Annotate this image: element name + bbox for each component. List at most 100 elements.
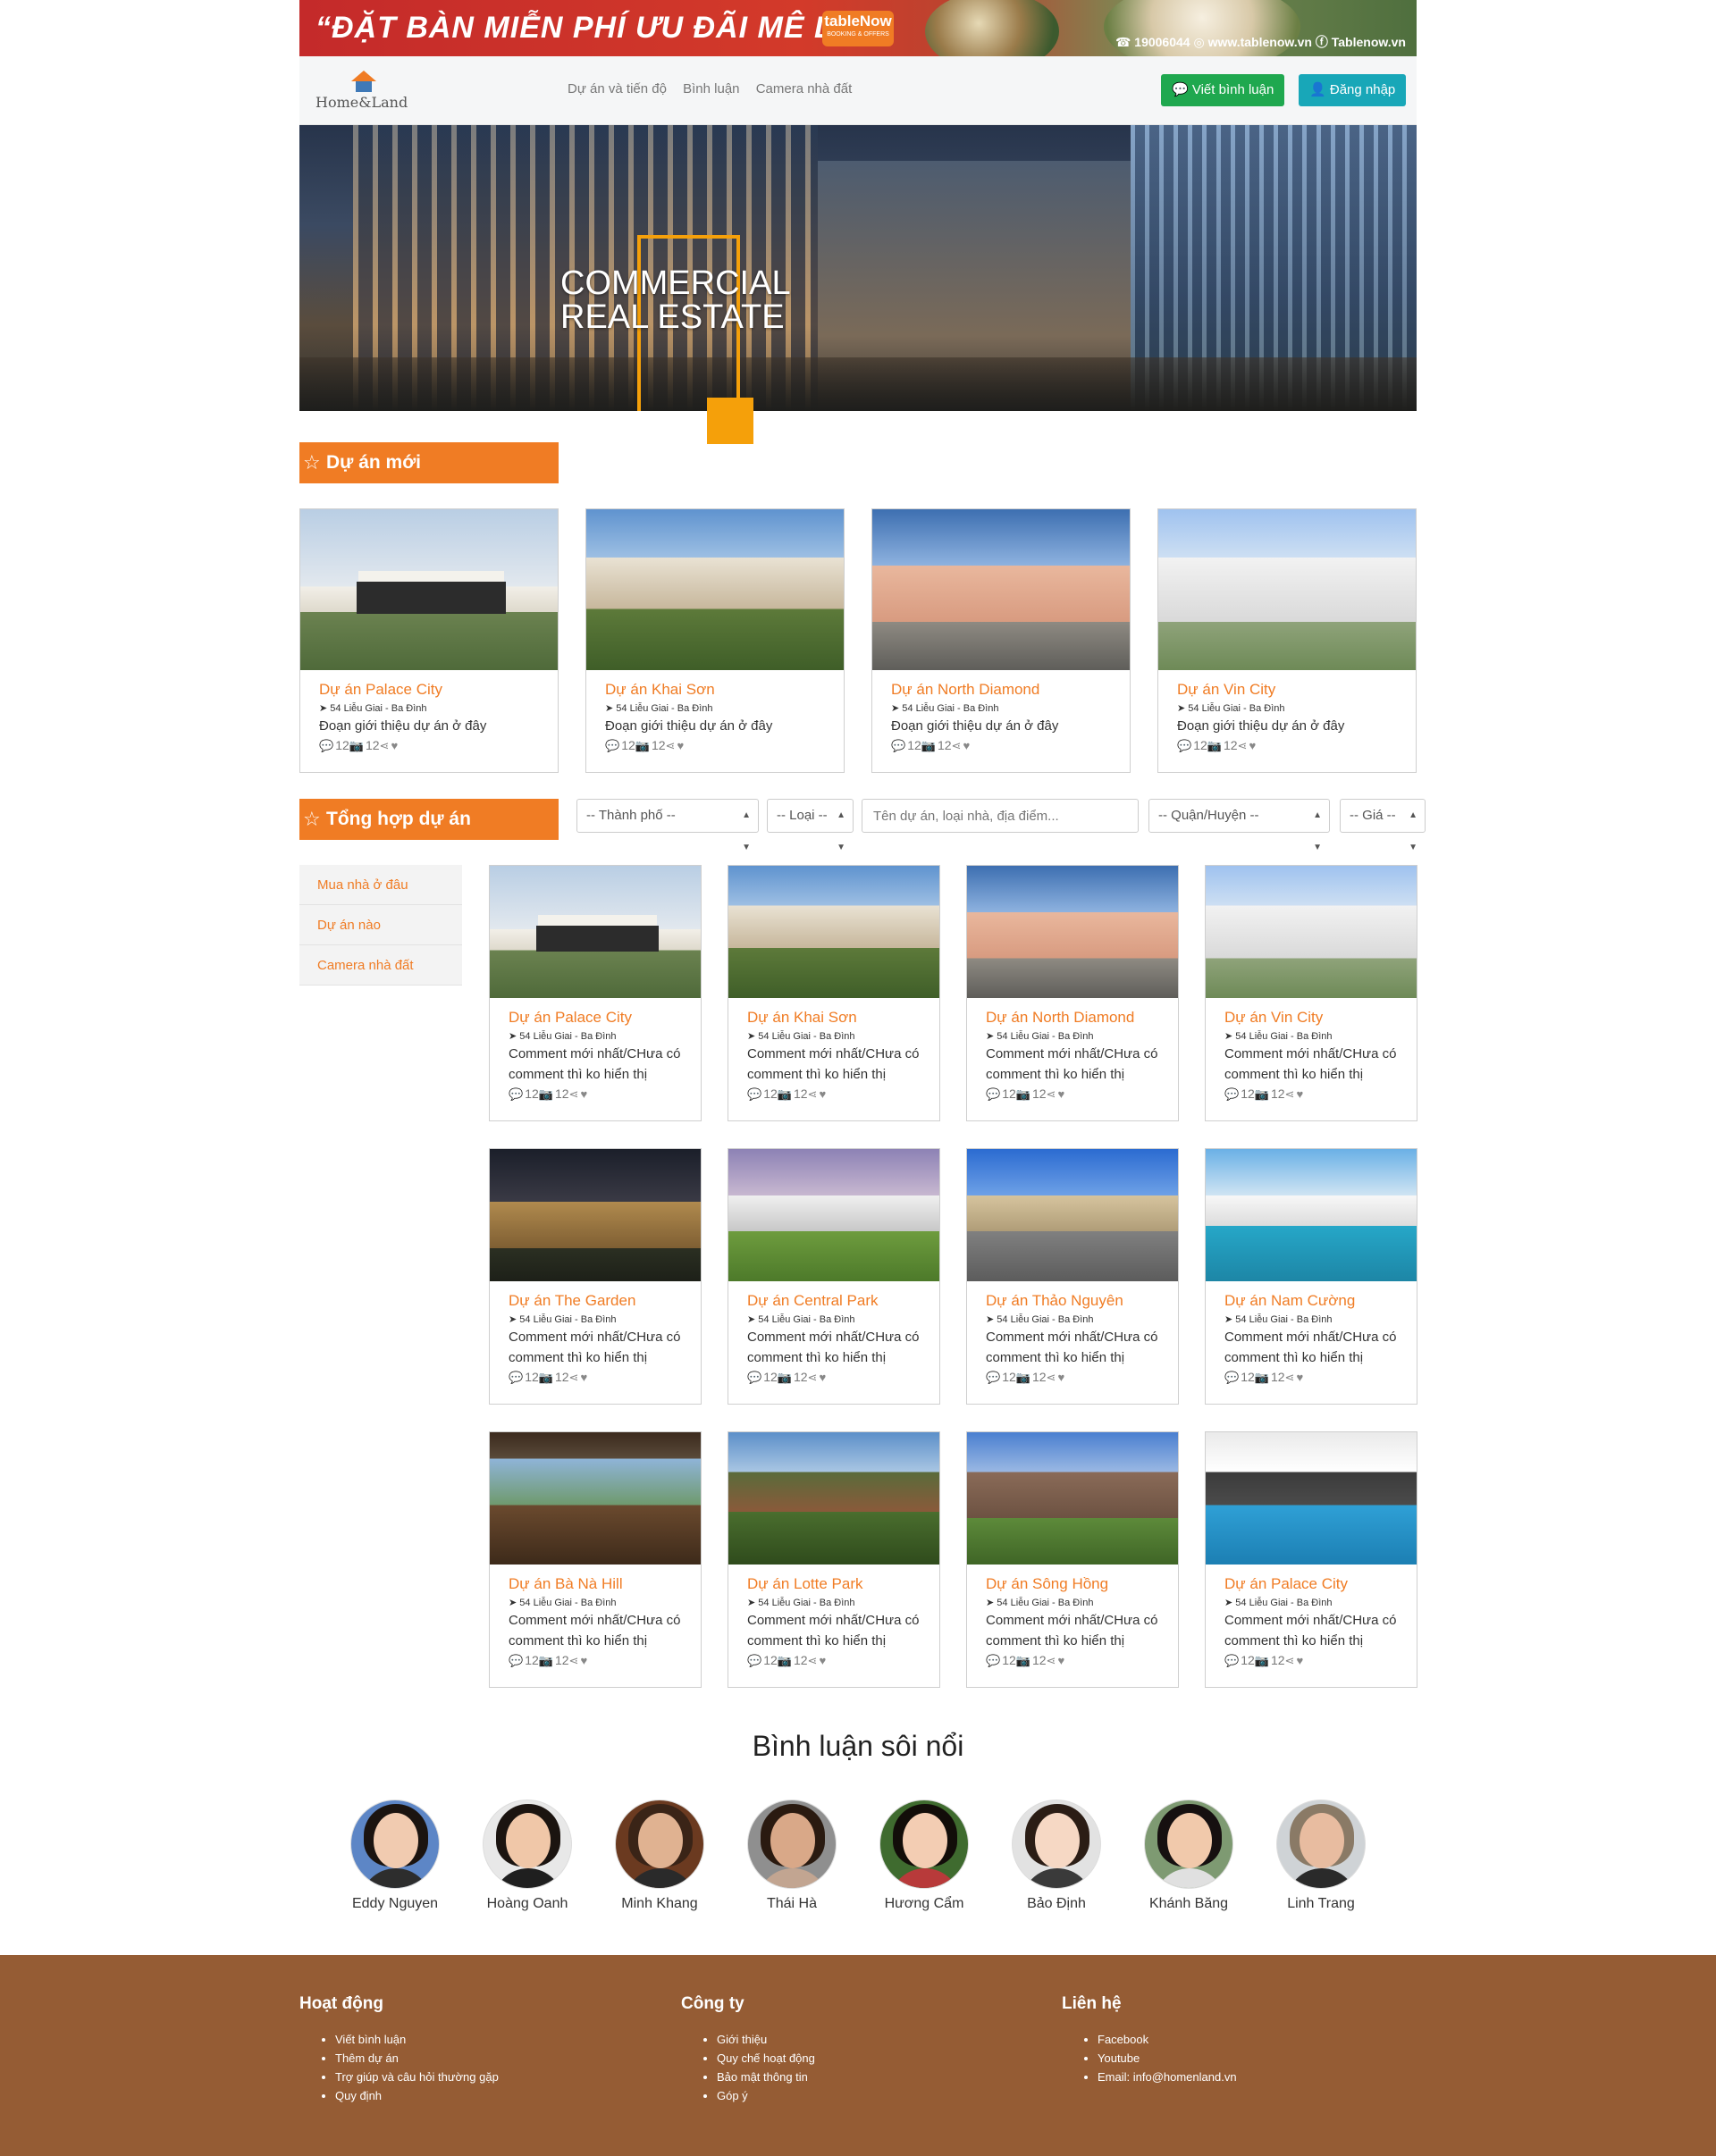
project-title[interactable]: Dự án Palace City xyxy=(319,681,442,699)
heart-icon[interactable]: ♥ xyxy=(1296,1087,1303,1101)
reviewer-name[interactable]: Bảo Định xyxy=(998,1896,1115,1912)
share-icon[interactable]: ⋖ xyxy=(808,1371,818,1384)
footer-link[interactable]: Góp ý xyxy=(717,2086,815,2105)
project-card[interactable]: Dự án North Diamond ➤ 54 Liễu Giai - Ba Đ… xyxy=(871,508,1131,773)
footer-link[interactable]: Giới thiệu xyxy=(717,2030,815,2049)
nav-reviews[interactable]: Bình luận xyxy=(683,81,739,96)
reviewer[interactable]: Thái Hà xyxy=(734,1799,850,1912)
avatar[interactable] xyxy=(747,1799,837,1889)
share-icon[interactable]: ⋖ xyxy=(1047,1087,1056,1101)
project-title[interactable]: Dự án The Garden xyxy=(509,1292,635,1310)
share-icon[interactable]: ⋖ xyxy=(1238,739,1248,752)
write-review-button[interactable]: 💬 Viết bình luận xyxy=(1161,74,1285,106)
heart-icon[interactable]: ♥ xyxy=(963,739,970,752)
project-title[interactable]: Dự án Bà Nà Hill xyxy=(509,1575,623,1593)
project-title[interactable]: Dự án North Diamond xyxy=(891,681,1039,699)
project-title[interactable]: Dự án Sông Hồng xyxy=(986,1575,1108,1593)
footer-link[interactable]: Quy định xyxy=(335,2086,499,2105)
login-button[interactable]: 👤 Đăng nhập xyxy=(1299,74,1407,106)
heart-icon[interactable]: ♥ xyxy=(580,1654,587,1667)
project-thumbnail[interactable] xyxy=(1206,866,1417,998)
sidebar-item-which-project[interactable]: Dự án nào xyxy=(299,905,462,945)
project-title[interactable]: Dự án Thảo Nguyên xyxy=(986,1292,1123,1310)
project-title[interactable]: Dự án Lotte Park xyxy=(747,1575,863,1593)
share-icon[interactable]: ⋖ xyxy=(1047,1371,1056,1384)
footer-link-email[interactable]: Email: info@homenland.vn xyxy=(1098,2068,1237,2086)
project-card[interactable]: Dự án Nam Cường ➤ 54 Liễu Giai - Ba Đình C… xyxy=(1205,1148,1417,1405)
project-card[interactable]: Dự án Palace City ➤ 54 Liễu Giai - Ba Đìn… xyxy=(489,865,702,1121)
avatar[interactable] xyxy=(1144,1799,1233,1889)
heart-icon[interactable]: ♥ xyxy=(1057,1654,1064,1667)
price-select[interactable]: -- Giá -- ▲ ▼ xyxy=(1340,799,1426,852)
sidebar-item-where-to-buy[interactable]: Mua nhà ở đâu xyxy=(299,865,462,905)
heart-icon[interactable]: ♥ xyxy=(1057,1371,1064,1384)
reviewer-name[interactable]: Linh Trang xyxy=(1263,1896,1379,1912)
project-card[interactable]: Dự án Sông Hồng ➤ 54 Liễu Giai - Ba Đình C… xyxy=(966,1431,1179,1688)
project-card[interactable]: Dự án Vin City ➤ 54 Liễu Giai - Ba Đình Co… xyxy=(1205,865,1417,1121)
district-select[interactable]: -- Quận/Huyện -- ▲ ▼ xyxy=(1148,799,1330,852)
reviewer-name[interactable]: Hoàng Oanh xyxy=(469,1896,585,1912)
project-title[interactable]: Dự án Vin City xyxy=(1224,1009,1323,1027)
project-card[interactable]: Dự án Bà Nà Hill ➤ 54 Liễu Giai - Ba Đình… xyxy=(489,1431,702,1688)
reviewer[interactable]: Hương Cẩm xyxy=(866,1799,982,1912)
project-thumbnail[interactable] xyxy=(1206,1149,1417,1281)
reviewer[interactable]: Hoàng Oanh xyxy=(469,1799,585,1912)
heart-icon[interactable]: ♥ xyxy=(1296,1371,1303,1384)
share-icon[interactable]: ⋖ xyxy=(1047,1654,1056,1667)
reviewer-name[interactable]: Minh Khang xyxy=(601,1896,718,1912)
project-title[interactable]: Dự án Palace City xyxy=(1224,1575,1348,1593)
share-icon[interactable]: ⋖ xyxy=(808,1654,818,1667)
heart-icon[interactable]: ♥ xyxy=(580,1371,587,1384)
heart-icon[interactable]: ♥ xyxy=(819,1654,826,1667)
project-title[interactable]: Dự án Nam Cường xyxy=(1224,1292,1355,1310)
avatar[interactable] xyxy=(350,1799,440,1889)
reviewer[interactable]: Khánh Băng xyxy=(1131,1799,1247,1912)
share-icon[interactable]: ⋖ xyxy=(569,1087,579,1101)
share-icon[interactable]: ⋖ xyxy=(666,739,676,752)
project-thumbnail[interactable] xyxy=(728,1432,939,1565)
nav-projects[interactable]: Dự án và tiến độ xyxy=(568,81,667,96)
avatar[interactable] xyxy=(1012,1799,1101,1889)
city-select[interactable]: -- Thành phố -- ▲ ▼ xyxy=(576,799,759,852)
heart-icon[interactable]: ♥ xyxy=(391,739,398,752)
project-thumbnail[interactable] xyxy=(728,866,939,998)
project-title[interactable]: Dự án Central Park xyxy=(747,1292,879,1310)
reviewer[interactable]: Minh Khang xyxy=(601,1799,718,1912)
reviewer[interactable]: Eddy Nguyen xyxy=(337,1799,453,1912)
share-icon[interactable]: ⋖ xyxy=(808,1087,818,1101)
project-thumbnail[interactable] xyxy=(728,1149,939,1281)
heart-icon[interactable]: ♥ xyxy=(819,1087,826,1101)
project-card[interactable]: Dự án Thảo Nguyên ➤ 54 Liễu Giai - Ba Đìn… xyxy=(966,1148,1179,1405)
type-select[interactable]: -- Loại -- ▲ ▼ xyxy=(767,799,854,852)
nav-camera[interactable]: Camera nhà đất xyxy=(756,81,853,96)
reviewer-name[interactable]: Thái Hà xyxy=(734,1896,850,1912)
project-card[interactable]: Dự án North Diamond ➤ 54 Liễu Giai - Ba Đ… xyxy=(966,865,1179,1121)
heart-icon[interactable]: ♥ xyxy=(819,1371,826,1384)
project-title[interactable]: Dự án North Diamond xyxy=(986,1009,1134,1027)
project-card[interactable]: Dự án Palace City ➤ 54 Liễu Giai - Ba Đìn… xyxy=(299,508,559,773)
footer-link-youtube[interactable]: Youtube xyxy=(1098,2049,1237,2068)
project-thumbnail[interactable] xyxy=(967,1149,1178,1281)
sidebar-item-camera[interactable]: Camera nhà đất xyxy=(299,945,462,986)
share-icon[interactable]: ⋖ xyxy=(1285,1087,1295,1101)
project-card[interactable]: Dự án Central Park ➤ 54 Liễu Giai - Ba Đì… xyxy=(728,1148,940,1405)
reviewer[interactable]: Bảo Định xyxy=(998,1799,1115,1912)
project-card[interactable]: Dự án Lotte Park ➤ 54 Liễu Giai - Ba Đình… xyxy=(728,1431,940,1688)
project-thumbnail[interactable] xyxy=(967,1432,1178,1565)
share-icon[interactable]: ⋖ xyxy=(569,1654,579,1667)
avatar[interactable] xyxy=(615,1799,704,1889)
project-title[interactable]: Dự án Palace City xyxy=(509,1009,632,1027)
heart-icon[interactable]: ♥ xyxy=(1249,739,1256,752)
avatar[interactable] xyxy=(483,1799,572,1889)
share-icon[interactable]: ⋖ xyxy=(1285,1654,1295,1667)
ad-banner[interactable]: “ĐẶT BÀN MIỄN PHÍ ƯU ĐÃI MÊ LY„ tableNow… xyxy=(299,0,1417,56)
project-thumbnail[interactable] xyxy=(586,509,844,670)
project-thumbnail[interactable] xyxy=(1158,509,1416,670)
project-thumbnail[interactable] xyxy=(967,866,1178,998)
project-thumbnail[interactable] xyxy=(490,1432,701,1565)
project-thumbnail[interactable] xyxy=(872,509,1130,670)
project-thumbnail[interactable] xyxy=(490,1149,701,1281)
project-thumbnail[interactable] xyxy=(490,866,701,998)
avatar[interactable] xyxy=(879,1799,969,1889)
reviewer[interactable]: Linh Trang xyxy=(1263,1799,1379,1912)
